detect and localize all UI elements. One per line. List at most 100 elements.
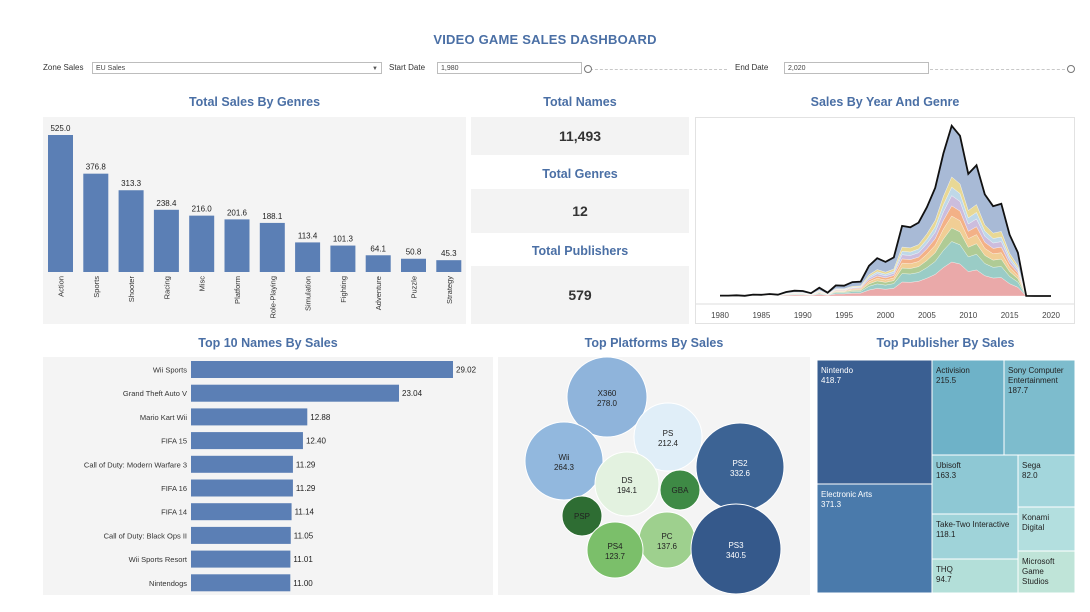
- genre-value-label: 188.1: [262, 212, 283, 221]
- publisher-value-label: 163.3: [936, 471, 957, 480]
- platform-name-label: PC: [661, 532, 672, 541]
- year-tick-label: 2020: [1042, 311, 1060, 320]
- name-value-label: 29.02: [456, 366, 477, 375]
- dashboard-title: VIDEO GAME SALES DASHBOARD: [433, 32, 657, 47]
- publisher-name-label: Ubisoft: [936, 461, 962, 470]
- platform-value-label: 278.0: [597, 399, 618, 408]
- year-genre-chart-panel: 1980 1985 1990 1995 2000 2005 2010 2015 2020: [695, 117, 1075, 324]
- end-date-label: End Date: [735, 63, 769, 72]
- genre-category-label: Sports: [92, 276, 101, 298]
- genre-bar: [401, 258, 426, 272]
- name-category-label: FIFA 14: [161, 508, 187, 517]
- platform-value-label: 212.4: [658, 439, 679, 448]
- publisher-name-label: Microsoft: [1022, 557, 1055, 566]
- name-bar: [191, 574, 291, 592]
- genre-category-label: Role-Playing: [268, 276, 277, 319]
- publisher-value-label: 215.5: [936, 376, 957, 385]
- genre-bar: [189, 215, 215, 272]
- publisher-name-label: Electronic Arts: [821, 490, 872, 499]
- genres-bar-chart: 525.0 Action 376.8 Sports 313.3 Shooter 238.4 R…: [48, 124, 462, 319]
- genre-value-label: 45.3: [441, 249, 457, 258]
- platform-value-label: 264.3: [554, 463, 575, 472]
- name-value-label: 11.14: [295, 508, 315, 517]
- publisher-name-label: Konami: [1022, 513, 1049, 522]
- publisher-name-label: Sony Computer: [1008, 366, 1064, 375]
- platform-value-label: 332.6: [730, 469, 751, 478]
- start-date-slider[interactable]: [585, 65, 727, 70]
- platform-name-label: PS3: [728, 541, 744, 550]
- top-names-chart-panel: Wii Sports 29.02 Grand Theft Auto V 23.04 Ma…: [43, 357, 493, 595]
- name-bar: [191, 550, 291, 568]
- platform-name-label: GBA: [672, 486, 690, 495]
- genre-bar: [83, 173, 109, 272]
- publisher-name-label: THQ: [936, 565, 953, 574]
- genre-category-label: Shooter: [127, 276, 136, 303]
- genre-category-label: Adventure: [374, 276, 383, 310]
- zone-sales-dropdown[interactable]: EU Sales ▼: [92, 62, 382, 74]
- publishers-title: Top Publisher By Sales: [876, 336, 1015, 350]
- end-date-input[interactable]: 2,020: [784, 62, 929, 74]
- name-category-label: Grand Theft Auto V: [123, 389, 187, 398]
- publisher-name-label: Take-Two Interactive: [936, 520, 1010, 529]
- platform-value-label: 194.1: [617, 486, 638, 495]
- start-date-input[interactable]: 1,980: [437, 62, 582, 74]
- name-value-label: 11.01: [293, 555, 313, 564]
- platforms-chart-panel: X360 278.0 PS 212.4 Wii 264.3 PS2 332.6 DS 194.1 G…: [498, 356, 810, 595]
- genres-title: Total Sales By Genres: [188, 95, 321, 109]
- genre-category-label: Misc: [198, 276, 207, 292]
- name-category-label: Wii Sports: [153, 366, 187, 375]
- name-category-label: FIFA 16: [161, 484, 187, 493]
- genre-value-label: 216.0: [192, 205, 213, 214]
- end-date-value: 2,020: [788, 65, 806, 72]
- platform-name-label: PSP: [574, 512, 590, 521]
- total-publishers-value: 579: [471, 266, 689, 324]
- name-value-label: 11.00: [293, 579, 313, 588]
- year-genre-area-chart: 1980 1985 1990 1995 2000 2005 2010 2015 2020: [696, 123, 1074, 320]
- end-date-slider-handle[interactable]: [1067, 65, 1075, 73]
- publisher-value-label: 94.7: [936, 575, 952, 584]
- name-category-label: Wii Sports Resort: [129, 555, 188, 564]
- year-tick-label: 2010: [959, 311, 977, 320]
- year-tick-label: 1995: [835, 311, 853, 320]
- genre-value-label: 64.1: [370, 244, 386, 253]
- publisher-name-label: Digital: [1022, 523, 1044, 532]
- platform-value-label: 340.5: [726, 551, 747, 560]
- genre-category-label: Fighting: [339, 276, 348, 303]
- platform-name-label: PS4: [607, 542, 623, 551]
- name-value-label: 12.88: [310, 413, 331, 422]
- genre-value-label: 313.3: [121, 179, 142, 188]
- genre-value-label: 201.6: [227, 208, 248, 217]
- end-date-slider[interactable]: [930, 65, 1070, 70]
- start-date-value: 1,980: [441, 65, 459, 72]
- year-tick-label: 2000: [877, 311, 895, 320]
- year-tick-label: 2015: [1001, 311, 1019, 320]
- name-category-label: Call of Duty: Black Ops II: [104, 531, 187, 540]
- name-bar: [191, 361, 453, 378]
- year-tick-label: 2005: [918, 311, 936, 320]
- top-names-title: Top 10 Names By Sales: [198, 336, 338, 350]
- platform-name-label: DS: [621, 476, 632, 485]
- start-date-slider-handle[interactable]: [584, 65, 592, 73]
- platform-name-label: X360: [598, 389, 617, 398]
- genre-bar: [365, 255, 391, 272]
- publisher-value-label: 418.7: [821, 376, 842, 385]
- total-names-title: Total Names: [543, 95, 617, 109]
- name-value-label: 11.29: [296, 460, 316, 469]
- platform-value-label: 137.6: [657, 542, 678, 551]
- platform-name-label: Wii: [558, 453, 569, 462]
- publisher-value-label: 118.1: [936, 530, 956, 539]
- name-category-label: Mario Kart Wii: [140, 413, 187, 422]
- name-category-label: FIFA 15: [161, 437, 187, 446]
- name-value-label: 12.40: [306, 437, 327, 446]
- start-date-label: Start Date: [389, 63, 426, 72]
- total-publishers-title: Total Publishers: [531, 244, 629, 258]
- name-bar: [191, 432, 303, 450]
- publishers-chart-panel: Nintendo 418.7 Electronic Arts 371.3 Activis…: [816, 359, 1076, 594]
- year-tick-label: 1980: [711, 311, 729, 320]
- year-tick-label: 1985: [752, 311, 770, 320]
- genre-bar: [48, 135, 73, 272]
- total-names-value: 11,493: [471, 117, 689, 155]
- platform-value-label: 123.7: [605, 552, 626, 561]
- genre-bar: [295, 242, 321, 272]
- name-bar: [191, 408, 308, 426]
